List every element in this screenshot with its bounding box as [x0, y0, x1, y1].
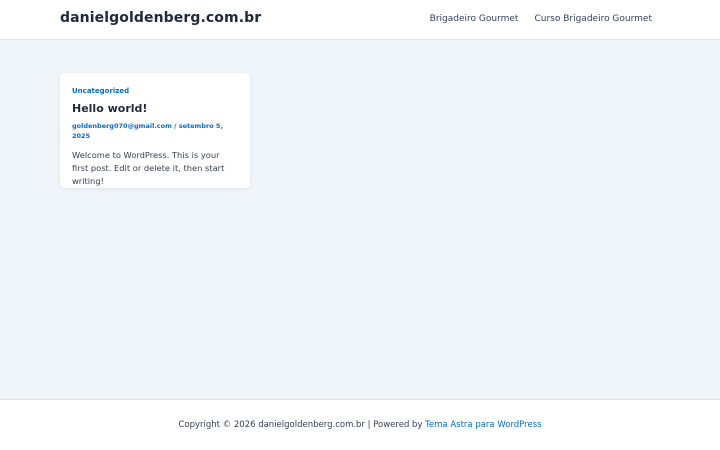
- footer-copyright-text: Copyright © 2026 danielgoldenberg.com.br…: [178, 420, 426, 430]
- site-header: danielgoldenberg.com.br Brigadeiro Gourm…: [0, 0, 720, 40]
- post-author-link[interactable]: goldenberg070@gmail.com: [72, 122, 172, 130]
- footer-copyright: Copyright © 2026 danielgoldenberg.com.br…: [0, 420, 720, 430]
- site-footer: Copyright © 2026 danielgoldenberg.com.br…: [0, 399, 720, 450]
- site-title-link[interactable]: danielgoldenberg.com.br: [60, 10, 261, 26]
- nav-item-brigadeiro-gourmet[interactable]: Brigadeiro Gourmet: [430, 14, 519, 24]
- post-excerpt: Welcome to WordPress. This is your first…: [72, 150, 225, 186]
- post-category-link[interactable]: Uncategorized: [72, 87, 238, 95]
- primary-nav: Brigadeiro Gourmet Curso Brigadeiro Gour…: [430, 14, 652, 24]
- post-card: Uncategorized Hello world! goldenberg070…: [60, 73, 250, 188]
- footer-theme-link[interactable]: Tema Astra para WordPress: [425, 420, 541, 430]
- post-title-link[interactable]: Hello world!: [72, 102, 238, 115]
- post-meta: goldenberg070@gmail.com / setembro 5, 20…: [72, 121, 238, 141]
- nav-item-curso-brigadeiro-gourmet[interactable]: Curso Brigadeiro Gourmet: [534, 14, 652, 24]
